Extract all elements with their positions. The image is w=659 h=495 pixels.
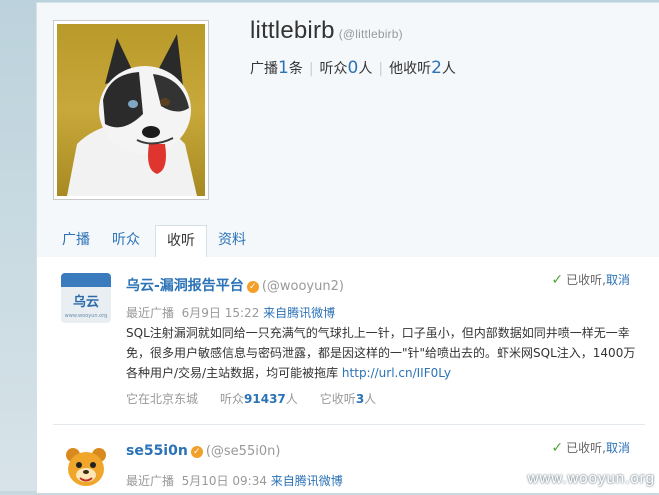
- profile-avatar[interactable]: [53, 20, 209, 200]
- following-list: 乌云 www.wooyun.org 乌云-漏洞报告平台 ✓ (@wooyun2) ✓…: [37, 257, 659, 493]
- item-listeners-unit: 人: [285, 392, 298, 406]
- unfollow-button[interactable]: 取消: [606, 273, 630, 287]
- check-icon: ✓: [551, 272, 564, 288]
- follow-state-label: 已收听: [566, 441, 603, 455]
- username-text: littlebirb: [250, 17, 335, 44]
- avatar[interactable]: [61, 441, 111, 491]
- item-meta: 最近广播 6月9日 15:22 来自腾讯微博: [126, 304, 335, 321]
- item-location: 它在北京东城: [126, 392, 199, 406]
- unfollow-button[interactable]: 取消: [606, 441, 630, 455]
- tab-broadcast[interactable]: 广播: [53, 225, 99, 256]
- stat-following-count: 2: [431, 58, 442, 78]
- item-listeners[interactable]: 听众91437人: [220, 392, 298, 406]
- cartoon-bear-avatar-icon: [61, 441, 111, 491]
- stat-broadcast[interactable]: 广播1条: [250, 58, 303, 78]
- stat-divider: |: [308, 61, 314, 77]
- meta-time[interactable]: 5月10日 09:34: [182, 474, 267, 488]
- item-handle: (@wooyun2): [261, 279, 344, 294]
- item-name: 乌云-漏洞报告平台 ✓ (@wooyun2): [126, 275, 344, 295]
- meta-label: 最近广播: [126, 474, 175, 488]
- watermark: www.wooyun.org: [527, 470, 655, 487]
- check-icon: ✓: [551, 440, 564, 456]
- husky-dog-photo-icon: [57, 24, 205, 196]
- profile-tabs: 广播 听众 收听 资料: [37, 225, 659, 258]
- tab-listeners[interactable]: 听众: [103, 225, 149, 256]
- tab-profile-info[interactable]: 资料: [209, 225, 255, 256]
- avatar-text: 乌云: [73, 294, 99, 310]
- profile-username: littlebirb (@littlebirb): [250, 17, 403, 45]
- item-listeners-label: 听众: [220, 392, 245, 406]
- profile-header: littlebirb (@littlebirb) 广播1条 | 听众0人 | 他收听2人: [37, 3, 659, 223]
- list-item: 乌云 www.wooyun.org 乌云-漏洞报告平台 ✓ (@wooyun2) ✓…: [37, 257, 659, 417]
- stat-listeners[interactable]: 听众0人: [319, 58, 373, 78]
- name-link[interactable]: 乌云-漏洞报告平台: [126, 278, 244, 294]
- follow-state: ✓ 已收听,取消: [551, 440, 630, 456]
- profile-panel: littlebirb (@littlebirb) 广播1条 | 听众0人 | 他收听2人 …: [36, 2, 659, 493]
- profile-stats: 广播1条 | 听众0人 | 他收听2人: [250, 58, 456, 78]
- meta-via-link[interactable]: 来自腾讯微博: [271, 474, 343, 488]
- follow-state-label: 已收听: [566, 273, 603, 287]
- item-handle: (@se55i0n): [205, 444, 281, 459]
- stat-following-unit: 人: [441, 61, 456, 77]
- item-link[interactable]: http://url.cn/IIF0Ly: [342, 366, 451, 380]
- item-following-count: 3: [355, 392, 365, 406]
- avatar-subtext: www.wooyun.org: [65, 313, 108, 319]
- profile-handle: (@littlebirb): [338, 27, 403, 41]
- verified-badge-icon: ✓: [246, 281, 259, 293]
- name-link[interactable]: se55i0n: [126, 443, 188, 459]
- stat-listeners-label: 听众: [319, 61, 348, 77]
- item-following-unit: 人: [364, 392, 377, 406]
- wooyun-logo-icon: 乌云 www.wooyun.org: [61, 273, 111, 323]
- follow-state: ✓ 已收听,取消: [551, 272, 630, 288]
- stat-divider: |: [378, 61, 384, 77]
- item-body: SQL注射漏洞就如同给一只充满气的气球扎上一针，口子虽小，但内部数据如同井喷一样…: [126, 323, 636, 383]
- stat-following-label: 他收听: [389, 61, 432, 77]
- meta-via-link[interactable]: 来自腾讯微博: [263, 306, 335, 320]
- stat-broadcast-unit: 条: [288, 61, 303, 77]
- item-footer: 它在北京东城 听众91437人 它收听3人: [126, 390, 376, 407]
- item-following[interactable]: 它收听3人: [320, 392, 376, 406]
- stat-listeners-unit: 人: [358, 61, 373, 77]
- stat-broadcast-count: 1: [278, 58, 289, 78]
- item-meta: 最近广播 5月10日 09:34 来自腾讯微博: [126, 472, 343, 489]
- verified-badge-icon: ✓: [190, 446, 203, 458]
- item-listeners-count: 91437: [244, 392, 286, 406]
- avatar[interactable]: 乌云 www.wooyun.org: [61, 273, 111, 323]
- stat-following[interactable]: 他收听2人: [389, 58, 456, 78]
- meta-time[interactable]: 6月9日 15:22: [182, 306, 260, 320]
- item-name: se55i0n ✓ (@se55i0n): [126, 443, 280, 459]
- stat-listeners-count: 0: [347, 58, 359, 78]
- stat-broadcast-label: 广播: [250, 61, 278, 77]
- meta-label: 最近广播: [126, 306, 175, 320]
- item-following-label: 它收听: [319, 392, 356, 406]
- tab-following[interactable]: 收听: [155, 225, 207, 258]
